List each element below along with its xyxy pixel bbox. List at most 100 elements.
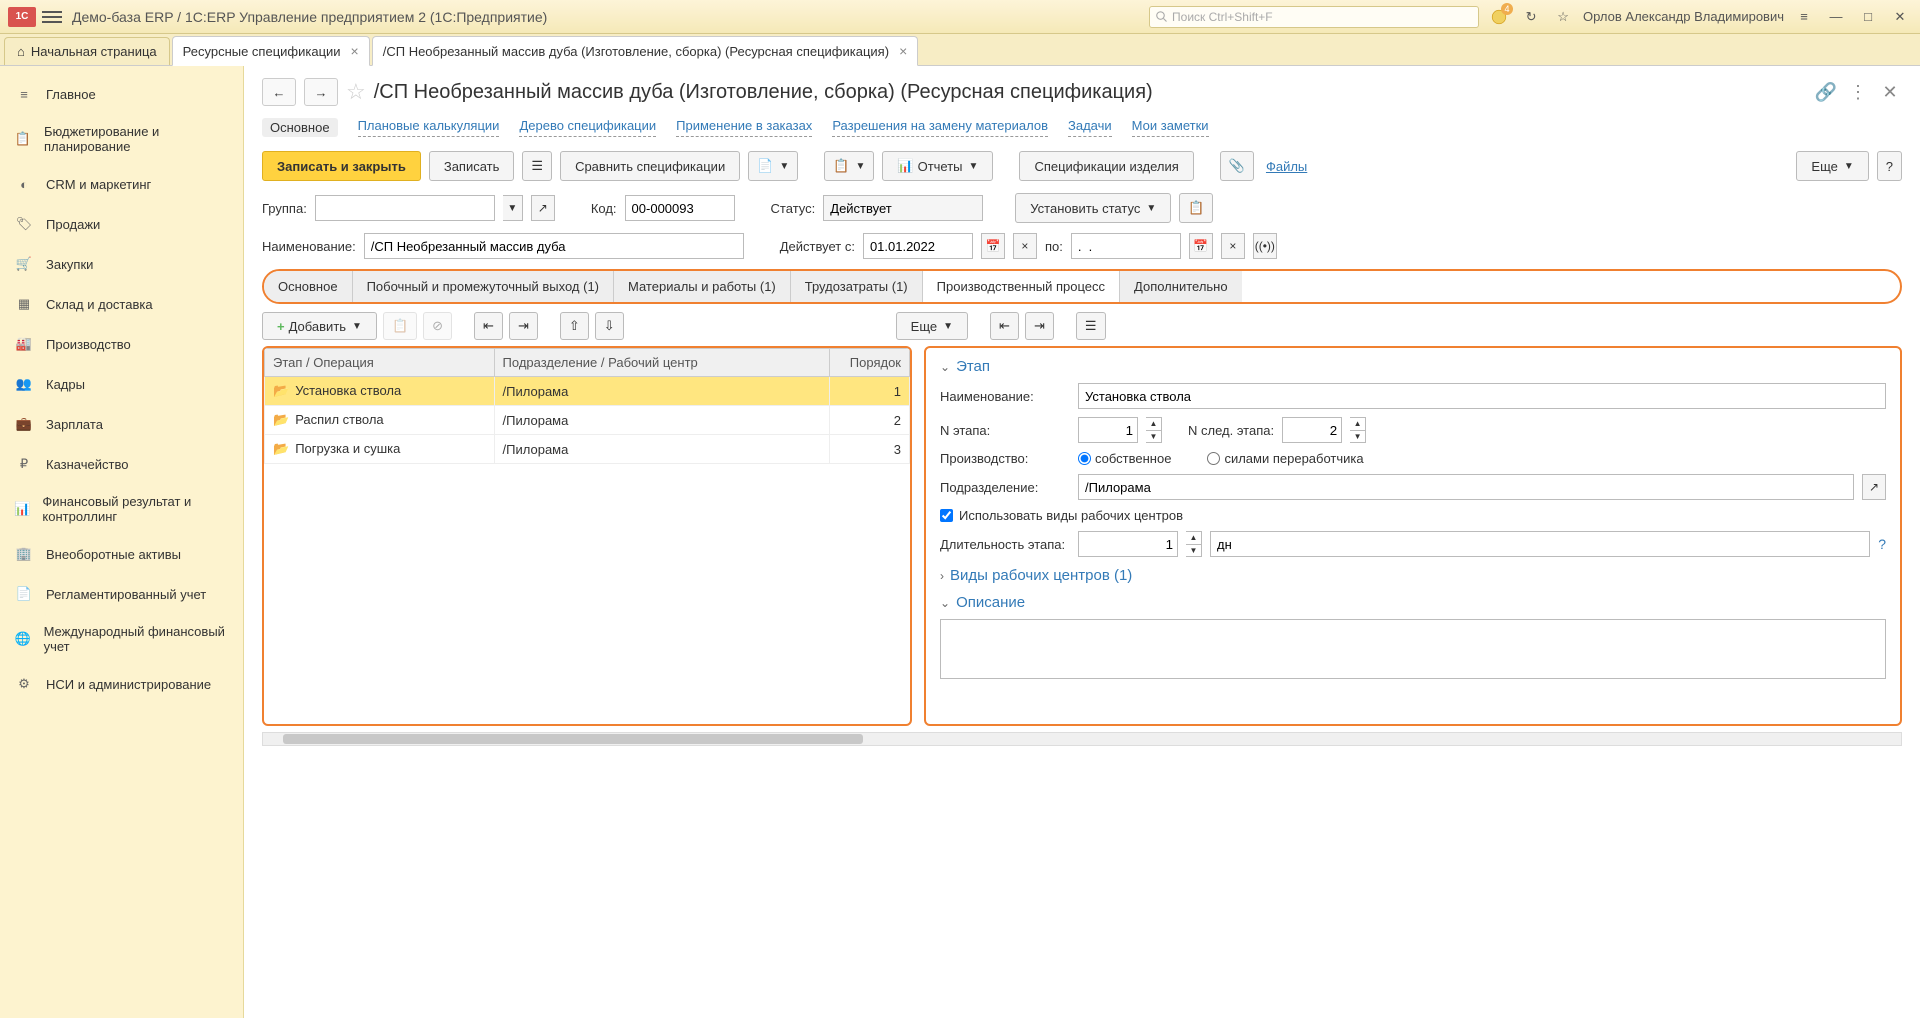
name-input[interactable] xyxy=(364,233,744,259)
next-n-spinner[interactable]: ▲▼ xyxy=(1350,417,1366,443)
sidebar-item-assets[interactable]: 🏢Внеоборотные активы xyxy=(0,534,243,574)
department-open-button[interactable]: ↗ xyxy=(1862,474,1886,500)
move-up-button[interactable]: ⇧ xyxy=(560,312,589,340)
link-orders[interactable]: Применение в заказах xyxy=(676,118,812,137)
sidebar-item-salary[interactable]: 💼Зарплата xyxy=(0,404,243,444)
product-specs-button[interactable]: Спецификации изделия xyxy=(1019,151,1193,181)
department-input[interactable] xyxy=(1078,474,1854,500)
stage-n-spinner[interactable]: ▲▼ xyxy=(1146,417,1162,443)
tab-spec-detail[interactable]: /СП Необрезанный массив дуба (Изготовлен… xyxy=(372,36,919,66)
expand-right-button[interactable]: ⇥ xyxy=(1025,312,1054,340)
save-close-button[interactable]: Записать и закрыть xyxy=(262,151,421,181)
sidebar-item-budget[interactable]: 📋Бюджетирование и планирование xyxy=(0,114,243,164)
sidebar-item-production[interactable]: 🏭Производство xyxy=(0,324,243,364)
copy-row-button[interactable]: 📋 xyxy=(383,312,417,340)
create-from-button[interactable]: 📄▼ xyxy=(748,151,798,181)
group-dropdown-button[interactable]: ▼ xyxy=(503,195,523,221)
delete-row-button[interactable]: ⊘ xyxy=(423,312,452,340)
sidebar-item-purchases[interactable]: 🛒Закупки xyxy=(0,244,243,284)
list-view-button[interactable]: ☰ xyxy=(522,151,552,181)
detail-name-input[interactable] xyxy=(1078,383,1886,409)
help-button[interactable]: ? xyxy=(1877,151,1902,181)
clear-to-button[interactable]: × xyxy=(1221,233,1245,259)
stage-n-input[interactable] xyxy=(1078,417,1138,443)
horizontal-scrollbar[interactable] xyxy=(262,732,1902,746)
close-icon[interactable]: × xyxy=(351,43,359,59)
broadcast-button[interactable]: ((•)) xyxy=(1253,233,1277,259)
valid-from-input[interactable] xyxy=(863,233,973,259)
user-name[interactable]: Орлов Александр Владимирович xyxy=(1583,9,1784,24)
expand-left-button[interactable]: ⇤ xyxy=(990,312,1019,340)
nav-back-button[interactable]: ← xyxy=(262,78,296,106)
intab-side-output[interactable]: Побочный и промежуточный выход (1) xyxy=(353,271,614,302)
code-input[interactable] xyxy=(625,195,735,221)
sidebar-item-finresult[interactable]: 📊Финансовый результат и контроллинг xyxy=(0,484,243,534)
group-open-button[interactable]: ↗ xyxy=(531,195,555,221)
hierarchy-left-button[interactable]: ⇤ xyxy=(474,312,503,340)
sidebar-item-crm[interactable]: ◐CRM и маркетинг xyxy=(0,164,243,204)
use-workcenters-checkbox[interactable]: Использовать виды рабочих центров xyxy=(940,508,1183,523)
sidebar-item-regaccount[interactable]: 📄Регламентированный учет xyxy=(0,574,243,614)
next-n-input[interactable] xyxy=(1282,417,1342,443)
link-main[interactable]: Основное xyxy=(262,118,338,137)
favorites-icon[interactable]: ☆ xyxy=(1551,5,1575,29)
link-tree[interactable]: Дерево спецификации xyxy=(519,118,656,137)
global-search[interactable]: Поиск Ctrl+Shift+F xyxy=(1149,6,1479,28)
intab-additional[interactable]: Дополнительно xyxy=(1120,271,1242,302)
col-operation[interactable]: Этап / Операция xyxy=(265,349,495,377)
link-plancalc[interactable]: Плановые калькуляции xyxy=(358,118,500,137)
nav-forward-button[interactable]: → xyxy=(304,78,338,106)
close-page-icon[interactable]: ✕ xyxy=(1878,80,1902,104)
close-icon[interactable]: × xyxy=(899,43,907,59)
table-row[interactable]: 📂Погрузка и сушка /Пилорама 3 xyxy=(265,435,910,464)
tab-home[interactable]: ⌂ Начальная страница xyxy=(4,37,170,65)
table-row[interactable]: 📂Установка ствола /Пилорама 1 xyxy=(265,377,910,406)
intab-process[interactable]: Производственный процесс xyxy=(923,271,1120,302)
description-textarea[interactable] xyxy=(940,619,1886,679)
move-down-button[interactable]: ⇩ xyxy=(595,312,624,340)
notifications-icon[interactable]: 4 xyxy=(1487,5,1511,29)
status-info-button[interactable]: 📋 xyxy=(1179,193,1213,223)
production-ext-radio[interactable]: силами переработчика xyxy=(1207,451,1363,466)
more-button[interactable]: Еще▼ xyxy=(1796,151,1868,181)
description-section-header[interactable]: ⌄Описание xyxy=(940,594,1886,611)
copy-button[interactable]: 📋▼ xyxy=(824,151,874,181)
clear-date-button[interactable]: × xyxy=(1013,233,1037,259)
sidebar-item-hr[interactable]: 👥Кадры xyxy=(0,364,243,404)
set-status-button[interactable]: Установить статус▼ xyxy=(1015,193,1171,223)
group-input[interactable] xyxy=(315,195,495,221)
minimize-button[interactable]: — xyxy=(1824,5,1848,29)
close-button[interactable]: ✕ xyxy=(1888,5,1912,29)
reports-button[interactable]: 📊 Отчеты▼ xyxy=(882,151,993,181)
hamburger-icon[interactable] xyxy=(42,7,62,27)
link-notes[interactable]: Мои заметки xyxy=(1132,118,1209,137)
col-department[interactable]: Подразделение / Рабочий центр xyxy=(494,349,829,377)
favorite-star-icon[interactable]: ☆ xyxy=(346,79,366,105)
attach-button[interactable]: 📎 xyxy=(1220,151,1254,181)
intab-materials[interactable]: Материалы и работы (1) xyxy=(614,271,791,302)
sidebar-item-main[interactable]: ≡Главное xyxy=(0,74,243,114)
settings-icon[interactable]: ≡ xyxy=(1792,5,1816,29)
stage-section-header[interactable]: ⌄Этап xyxy=(940,358,1886,375)
sidebar-item-admin[interactable]: ⚙НСИ и администрирование xyxy=(0,664,243,704)
sidebar-item-sales[interactable]: 🏷Продажи xyxy=(0,204,243,244)
date-picker-to-button[interactable]: 📅 xyxy=(1189,233,1213,259)
intab-labor[interactable]: Трудозатраты (1) xyxy=(791,271,923,302)
duration-help-icon[interactable]: ? xyxy=(1878,536,1886,552)
save-button[interactable]: Записать xyxy=(429,151,515,181)
sidebar-item-treasury[interactable]: ₽Казначейство xyxy=(0,444,243,484)
duration-spinner[interactable]: ▲▼ xyxy=(1186,531,1202,557)
link-tasks[interactable]: Задачи xyxy=(1068,118,1112,137)
valid-to-input[interactable] xyxy=(1071,233,1181,259)
date-picker-button[interactable]: 📅 xyxy=(981,233,1005,259)
more-menu-icon[interactable]: ⋮ xyxy=(1846,80,1870,104)
intab-main[interactable]: Основное xyxy=(264,271,353,302)
scroll-thumb[interactable] xyxy=(283,734,863,744)
workcenters-section-header[interactable]: ›Виды рабочих центров (1) xyxy=(940,567,1886,584)
view-mode-button[interactable]: ☰ xyxy=(1076,312,1106,340)
add-button[interactable]: + Добавить▼ xyxy=(262,312,377,340)
duration-unit-input[interactable] xyxy=(1210,531,1870,557)
maximize-button[interactable]: □ xyxy=(1856,5,1880,29)
duration-input[interactable] xyxy=(1078,531,1178,557)
link-icon[interactable]: 🔗 xyxy=(1814,80,1838,104)
